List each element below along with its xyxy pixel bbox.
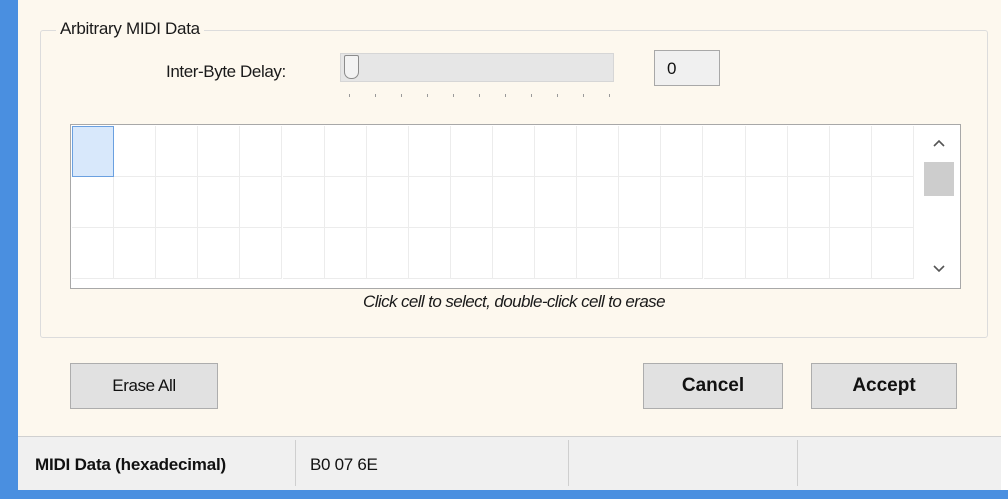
status-separator (797, 440, 798, 486)
grid-cell[interactable] (366, 228, 409, 279)
grid-cell[interactable] (787, 177, 830, 228)
scroll-thumb[interactable] (924, 162, 954, 196)
grid-cell[interactable] (577, 228, 620, 279)
slider-tick (557, 94, 558, 97)
grid-cell[interactable] (829, 126, 872, 177)
grid-cell[interactable] (450, 177, 493, 228)
slider-thumb[interactable] (344, 55, 359, 79)
slider-tick (401, 94, 402, 97)
grid-cell[interactable] (366, 126, 409, 177)
grid-cell[interactable] (198, 228, 241, 279)
chevron-up-icon (933, 139, 945, 147)
grid-cell[interactable] (619, 228, 662, 279)
grid-cell[interactable] (535, 177, 578, 228)
grid-hint-text: Click cell to select, double-click cell … (363, 292, 665, 311)
grid-cell[interactable] (703, 177, 746, 228)
grid-cell[interactable] (661, 177, 704, 228)
slider-tick (583, 94, 584, 97)
grid-cell[interactable] (577, 177, 620, 228)
grid-cell[interactable] (408, 126, 451, 177)
grid-cell[interactable] (156, 126, 199, 177)
grid-cell[interactable] (240, 126, 283, 177)
accept-button[interactable]: Accept (811, 363, 957, 409)
window-frame-left (0, 0, 18, 499)
grid-cell[interactable] (829, 177, 872, 228)
group-title: Arbitrary MIDI Data (56, 19, 204, 39)
grid-cell[interactable] (745, 177, 788, 228)
grid-cell[interactable] (450, 126, 493, 177)
grid-cell[interactable] (787, 228, 830, 279)
grid-cell[interactable] (408, 177, 451, 228)
grid-cell[interactable] (450, 228, 493, 279)
slider-tick (349, 94, 350, 97)
grid-cell[interactable] (619, 177, 662, 228)
grid-cell[interactable] (240, 177, 283, 228)
grid-cell[interactable] (114, 228, 157, 279)
window-frame-right (1001, 0, 1008, 499)
slider-tick (453, 94, 454, 97)
slider-ticks (349, 94, 610, 100)
grid-cell[interactable] (703, 126, 746, 177)
slider-tick (609, 94, 610, 97)
grid-cell[interactable] (661, 126, 704, 177)
grid-cell[interactable] (114, 177, 157, 228)
grid-cell[interactable] (535, 228, 578, 279)
grid-cell[interactable] (703, 228, 746, 279)
slider-tick (531, 94, 532, 97)
grid-cell[interactable] (324, 126, 367, 177)
status-separator (568, 440, 569, 486)
grid-cell[interactable] (240, 228, 283, 279)
grid-cell[interactable] (661, 228, 704, 279)
grid-cell[interactable] (282, 228, 325, 279)
grid-cell[interactable] (366, 177, 409, 228)
grid-cell[interactable] (787, 126, 830, 177)
grid-cell[interactable] (324, 177, 367, 228)
grid-cell[interactable] (745, 228, 788, 279)
slider-tick (427, 94, 428, 97)
grid-cell[interactable] (72, 177, 114, 228)
grid-cell[interactable] (745, 126, 788, 177)
grid-cell[interactable] (408, 228, 451, 279)
status-value: B0 07 6E (310, 455, 378, 474)
grid-cell[interactable] (72, 228, 114, 279)
scroll-down-button[interactable] (920, 252, 958, 286)
grid-cell[interactable] (493, 177, 535, 228)
delay-value-field[interactable]: 0 (654, 50, 720, 86)
grid-cell[interactable] (282, 126, 325, 177)
grid-cell[interactable] (535, 126, 578, 177)
grid-cell[interactable] (493, 228, 535, 279)
status-separator (295, 440, 296, 486)
grid-cell[interactable] (156, 177, 199, 228)
slider-tick (479, 94, 480, 97)
inter-byte-delay-label: Inter-Byte Delay: (166, 62, 286, 81)
grid-cell[interactable] (114, 126, 157, 177)
grid-cell[interactable] (871, 177, 914, 228)
slider-tick (505, 94, 506, 97)
slider-tick (375, 94, 376, 97)
grid-cell[interactable] (72, 126, 114, 177)
grid-cell[interactable] (577, 126, 620, 177)
grid-cell[interactable] (324, 228, 367, 279)
midi-data-grid[interactable] (70, 124, 961, 289)
grid-cell[interactable] (282, 177, 325, 228)
grid-cell[interactable] (619, 126, 662, 177)
grid-cell[interactable] (829, 228, 872, 279)
grid-cell[interactable] (871, 228, 914, 279)
grid-vertical-scrollbar[interactable] (920, 126, 958, 286)
cancel-button[interactable]: Cancel (643, 363, 783, 409)
window-frame-bottom (0, 490, 1008, 499)
grid-cell[interactable] (198, 126, 241, 177)
status-label: MIDI Data (hexadecimal) (35, 455, 226, 474)
erase-all-button[interactable]: Erase All (70, 363, 218, 409)
grid-cells[interactable] (72, 126, 922, 288)
grid-cell[interactable] (871, 126, 914, 177)
grid-cell[interactable] (493, 126, 535, 177)
scroll-up-button[interactable] (920, 126, 958, 160)
chevron-down-icon (933, 265, 945, 273)
grid-cell[interactable] (198, 177, 241, 228)
inter-byte-delay-slider[interactable] (340, 53, 614, 82)
grid-cell[interactable] (156, 228, 199, 279)
